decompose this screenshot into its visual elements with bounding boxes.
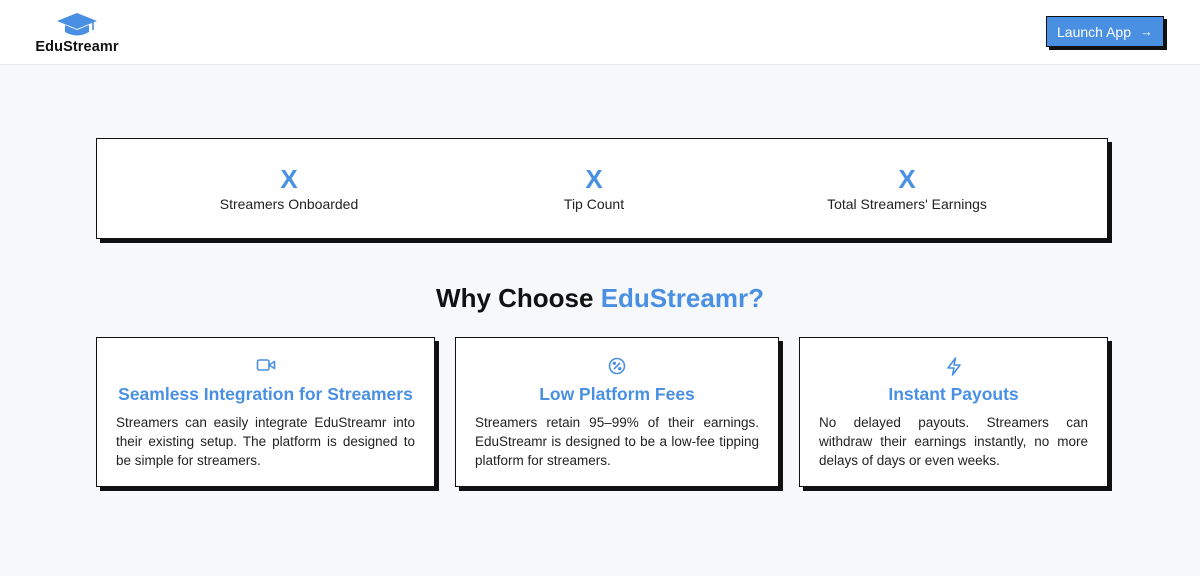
logo[interactable]: EduStreamr — [35, 12, 119, 56]
stat-total-earnings: X Total Streamers' Earnings — [787, 165, 1027, 212]
percent-badge-icon — [608, 357, 626, 375]
feature-title: Instant Payouts — [888, 384, 1019, 404]
feature-title: Low Platform Fees — [539, 384, 695, 404]
feature-card-integration: Seamless Integration for Streamers Strea… — [96, 337, 435, 487]
stat-label: Tip Count — [563, 196, 625, 212]
stats-panel: X Streamers Onboarded X Tip Count X Tota… — [96, 138, 1108, 239]
section-title: Why Choose EduStreamr? — [0, 283, 1200, 314]
arrow-right-icon: → — [1139, 24, 1153, 39]
launch-app-button[interactable]: Launch App → — [1046, 16, 1164, 47]
launch-app-label: Launch App — [1057, 23, 1131, 40]
stat-streamers-onboarded: X Streamers Onboarded — [169, 165, 409, 212]
logo-text: EduStreamr — [35, 39, 119, 55]
stat-value: X — [898, 164, 916, 194]
feature-card-fees: Low Platform Fees Streamers retain 95–99… — [455, 337, 779, 487]
feature-description: Streamers can easily integrate EduStream… — [116, 415, 415, 468]
stat-value: X — [280, 164, 298, 194]
stat-tip-count: X Tip Count — [474, 165, 714, 212]
top-header: EduStreamr Launch App → — [0, 0, 1200, 65]
feature-title: Seamless Integration for Streamers — [118, 384, 413, 404]
lightning-icon — [946, 357, 961, 376]
stat-label: Streamers Onboarded — [219, 196, 359, 212]
stat-label: Total Streamers' Earnings — [827, 196, 987, 212]
feature-description: No delayed payouts. Streamers can withdr… — [819, 415, 1088, 468]
section-title-accent: EduStreamr? — [600, 283, 764, 313]
feature-description: Streamers retain 95–99% of their earning… — [475, 415, 759, 468]
graduation-cap-icon — [57, 13, 97, 36]
video-camera-icon — [256, 359, 275, 371]
stat-value: X — [585, 164, 603, 194]
feature-card-payouts: Instant Payouts No delayed payouts. Stre… — [799, 337, 1108, 487]
section-title-prefix: Why Choose — [436, 283, 601, 313]
